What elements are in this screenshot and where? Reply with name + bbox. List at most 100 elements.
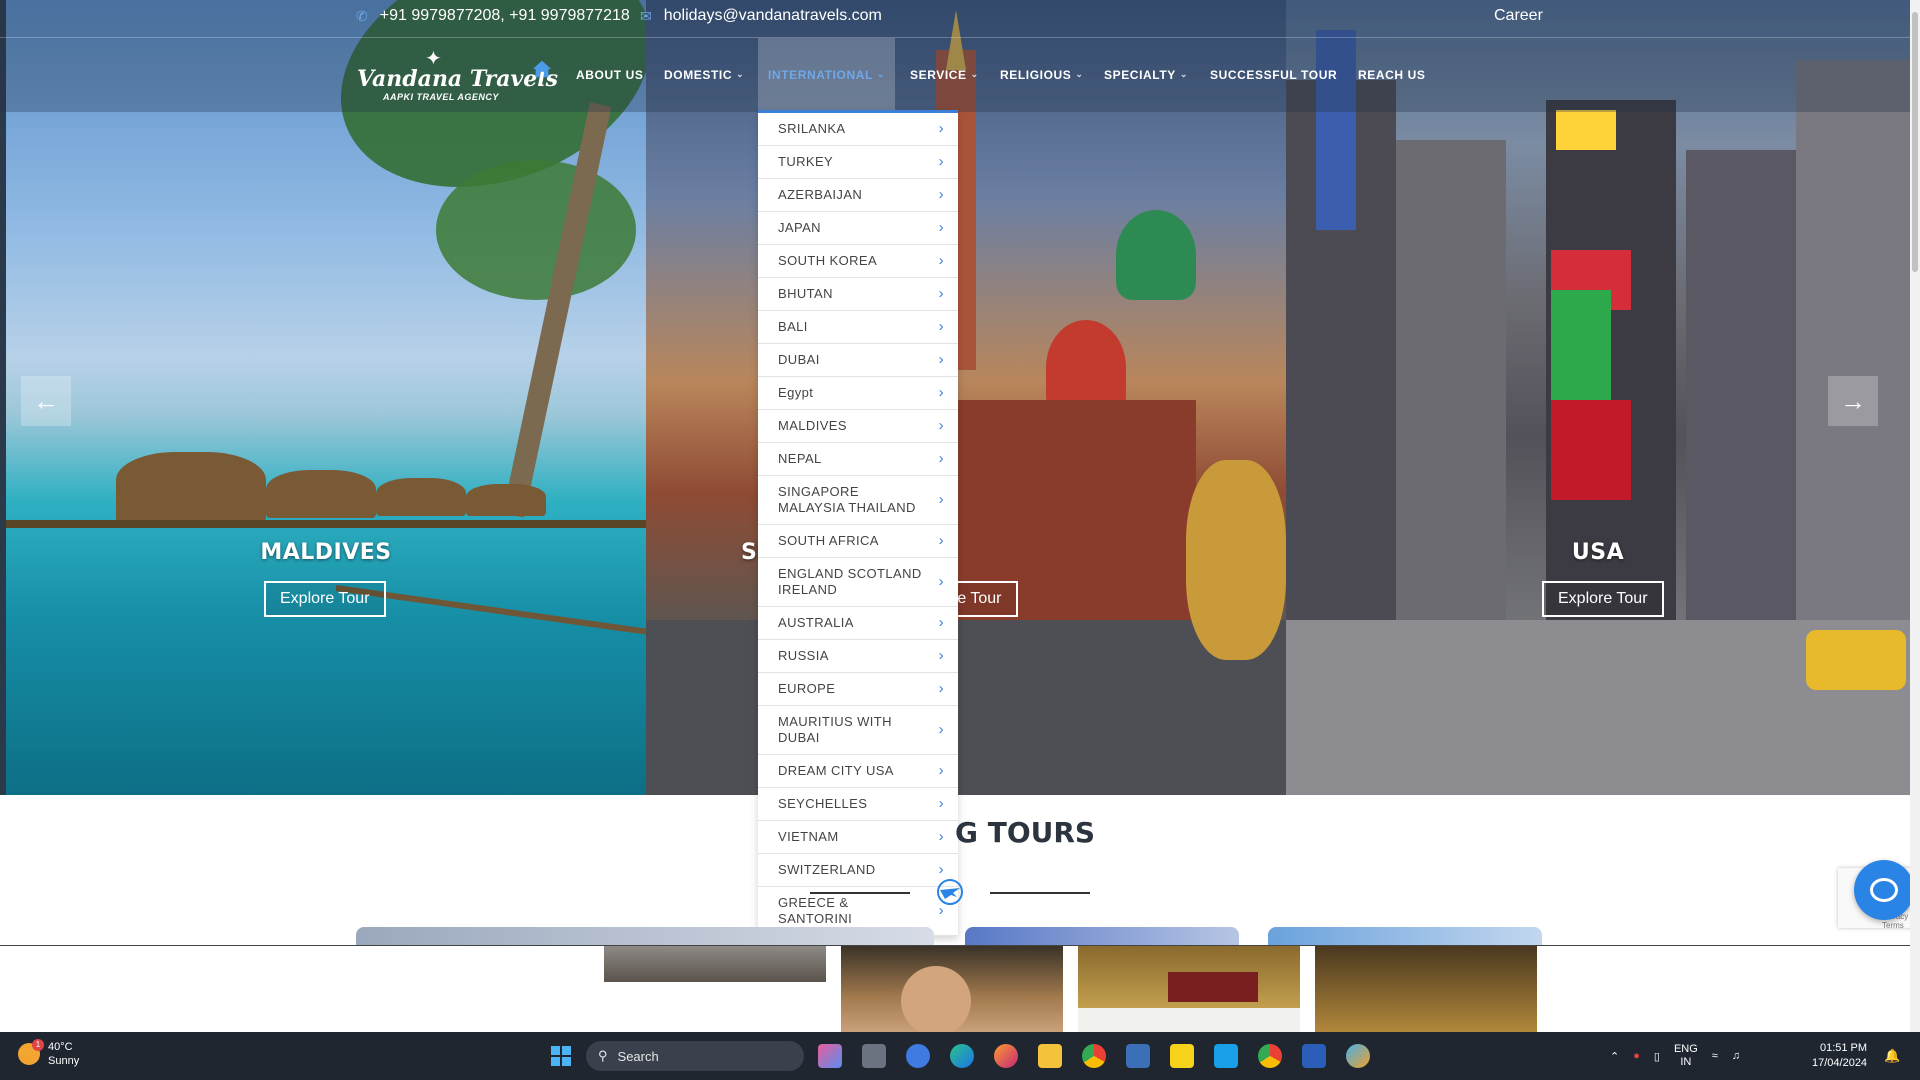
calculator-icon[interactable] xyxy=(1126,1044,1150,1068)
dropdown-item[interactable]: BHUTAN › xyxy=(758,278,958,311)
volume-icon[interactable]: ♫ xyxy=(1732,1050,1740,1062)
file-explorer-icon[interactable] xyxy=(1038,1044,1062,1068)
dropdown-item[interactable]: SINGAPORE MALAYSIA THAILAND › xyxy=(758,476,958,525)
chevron-right-icon: › xyxy=(938,450,944,467)
nav-label: SPECIALTY xyxy=(1104,67,1176,82)
gallery-photo[interactable] xyxy=(1315,946,1537,1032)
dropdown-item[interactable]: RUSSIA › xyxy=(758,640,958,673)
dropdown-item[interactable]: AZERBAIJAN › xyxy=(758,179,958,212)
nav-about-us[interactable]: ABOUT US xyxy=(576,38,643,111)
dropdown-item[interactable]: SOUTH AFRICA › xyxy=(758,525,958,558)
clock[interactable]: 01:51 PM 17/04/2024 xyxy=(1812,1041,1867,1071)
app-store-icon[interactable] xyxy=(906,1044,930,1068)
dropdown-item[interactable]: SEYCHELLES › xyxy=(758,788,958,821)
building xyxy=(1796,60,1910,620)
gallery-photo[interactable] xyxy=(841,946,1063,1032)
task-view-icon[interactable] xyxy=(862,1044,886,1068)
weather-widget[interactable]: 1 40°C Sunny xyxy=(18,1039,79,1068)
security-alert-icon[interactable]: ● xyxy=(1633,1050,1640,1062)
divider-line xyxy=(990,892,1090,894)
career-link[interactable]: Career xyxy=(1494,7,1543,25)
maps-icon[interactable] xyxy=(1346,1044,1370,1068)
chevron-right-icon: › xyxy=(938,573,944,590)
tour-card[interactable] xyxy=(356,927,934,945)
chat-bubble-icon[interactable] xyxy=(1854,860,1914,920)
dropdown-item[interactable]: VIETNAM › xyxy=(758,821,958,854)
dropdown-item[interactable]: MAURITIUS WITH DUBAI › xyxy=(758,706,958,755)
chevron-right-icon: › xyxy=(938,186,944,203)
chevron-up-icon[interactable]: ⌃ xyxy=(1610,1050,1619,1063)
nav-reach-us[interactable]: REACH US xyxy=(1358,38,1425,111)
dropdown-item[interactable]: Egypt › xyxy=(758,377,958,410)
dropdown-item-label: EUROPE xyxy=(778,681,836,696)
slide-usa[interactable]: USA Explore Tour xyxy=(1286,0,1910,795)
dropdown-item-label: Egypt xyxy=(778,385,814,400)
firefox-icon[interactable] xyxy=(994,1044,1018,1068)
logo[interactable]: ✦ Vandana Travels AAPKI TRAVEL AGENCY xyxy=(355,46,558,106)
tour-card[interactable] xyxy=(1268,927,1542,945)
autumn-tree xyxy=(1186,460,1286,660)
dropdown-item[interactable]: DUBAI › xyxy=(758,344,958,377)
dropdown-item-label: GREECE & SANTORINI xyxy=(778,895,853,926)
nav-international[interactable]: INTERNATIONAL ⌄ xyxy=(758,38,896,111)
palm-leaves xyxy=(436,160,636,300)
slider-next-arrow-icon[interactable]: → xyxy=(1828,376,1878,426)
dropdown-item[interactable]: BALI › xyxy=(758,311,958,344)
nav-successful-tour[interactable]: SUCCESSFUL TOUR xyxy=(1210,38,1337,111)
dropdown-item[interactable]: AUSTRALIA › xyxy=(758,607,958,640)
slide-maldives[interactable]: MALDIVES Explore Tour xyxy=(6,0,646,795)
dropdown-item-label: VIETNAM xyxy=(778,829,839,844)
chevron-right-icon: › xyxy=(938,680,944,697)
chevron-right-icon: › xyxy=(938,828,944,845)
notification-bell-icon[interactable]: 🔔 xyxy=(1884,1048,1900,1064)
nav-domestic[interactable]: DOMESTIC ⌄ xyxy=(664,38,744,111)
dropdown-item[interactable]: SOUTH KOREA › xyxy=(758,245,958,278)
dropdown-item[interactable]: TURKEY › xyxy=(758,146,958,179)
chrome-profile-icon[interactable] xyxy=(1258,1044,1282,1068)
chevron-right-icon: › xyxy=(938,285,944,302)
scrollbar-thumb[interactable] xyxy=(1912,12,1918,272)
home-icon[interactable] xyxy=(531,58,553,80)
phone-contact[interactable]: ✆ +91 9979877208, +91 9979877218 xyxy=(356,7,630,25)
dropdown-item[interactable]: MALDIVES › xyxy=(758,410,958,443)
nav-service[interactable]: SERVICE ⌄ xyxy=(910,38,979,111)
tour-card[interactable] xyxy=(965,927,1239,945)
dropdown-item[interactable]: NEPAL › xyxy=(758,443,958,476)
slide-russia[interactable]: SSIA re Tour xyxy=(646,0,1286,795)
copilot-icon[interactable] xyxy=(818,1044,842,1068)
wifi-icon[interactable]: ≈ xyxy=(1712,1050,1718,1062)
dropdown-item[interactable]: SWITZERLAND › xyxy=(758,854,958,887)
battery-icon[interactable]: ▯ xyxy=(1654,1050,1660,1063)
dropdown-item-label: NEPAL xyxy=(778,451,822,466)
taskbar-search[interactable]: ⚲ Search xyxy=(586,1041,804,1071)
explore-tour-button[interactable]: Explore Tour xyxy=(1542,581,1664,617)
slider-prev-arrow-icon[interactable]: ← xyxy=(21,376,71,426)
dropdown-item[interactable]: JAPAN › xyxy=(758,212,958,245)
explore-tour-button[interactable]: Explore Tour xyxy=(264,581,386,617)
water-villa xyxy=(116,452,266,522)
language-indicator[interactable]: ENG IN xyxy=(1674,1043,1698,1069)
international-dropdown: SRILANKA › TURKEY › AZERBAIJAN › JAPAN › SOUTH K… xyxy=(758,110,958,936)
dropdown-item[interactable]: EUROPE › xyxy=(758,673,958,706)
dropdown-item-label: BALI xyxy=(778,319,808,334)
dropdown-item[interactable]: ENGLAND SCOTLAND IRELAND › xyxy=(758,558,958,607)
gallery-photo[interactable] xyxy=(604,946,826,982)
word-icon[interactable] xyxy=(1302,1044,1326,1068)
skype-icon[interactable] xyxy=(1214,1044,1238,1068)
sticky-notes-icon[interactable] xyxy=(1170,1044,1194,1068)
page-scrollbar[interactable] xyxy=(1910,0,1920,1032)
chevron-right-icon: › xyxy=(938,318,944,335)
water-villa xyxy=(266,470,376,518)
nav-religious[interactable]: RELIGIOUS ⌄ xyxy=(1000,38,1084,111)
windows-start-icon[interactable] xyxy=(550,1045,572,1067)
contact-topbar: ✆ +91 9979877208, +91 9979877218 ✉ holid… xyxy=(0,0,1910,38)
email-contact[interactable]: ✉ holidays@vandanatravels.com xyxy=(640,7,882,25)
dropdown-item[interactable]: DREAM CITY USA › xyxy=(758,755,958,788)
edge-icon[interactable] xyxy=(950,1044,974,1068)
dropdown-item[interactable]: SRILANKA › xyxy=(758,113,958,146)
nav-specialty[interactable]: SPECIALTY ⌄ xyxy=(1104,38,1188,111)
gallery-photo[interactable] xyxy=(1078,946,1300,1032)
chevron-down-icon: ⌄ xyxy=(876,69,886,79)
chrome-icon[interactable] xyxy=(1082,1044,1106,1068)
chevron-right-icon: › xyxy=(938,417,944,434)
